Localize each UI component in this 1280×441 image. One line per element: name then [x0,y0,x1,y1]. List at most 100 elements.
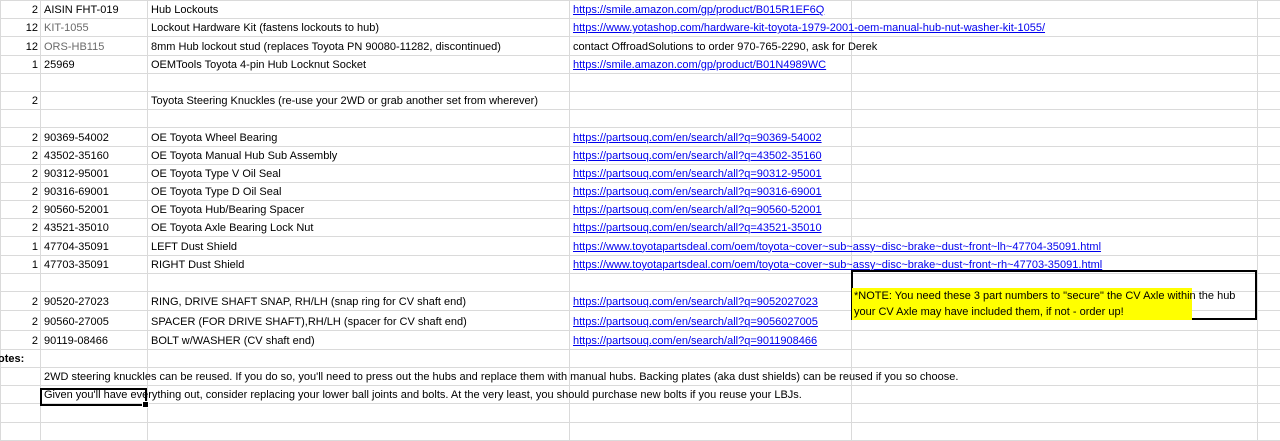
part-number-cell[interactable]: 90119-08466 [40,329,148,350]
empty-cell[interactable] [851,181,1258,202]
part-number-cell[interactable]: 90560-52001 [40,200,148,220]
description-cell[interactable]: SPACER (FOR DRIVE SHAFT),RH/LH (spacer f… [147,310,570,331]
description-cell[interactable] [147,72,570,92]
empty-cell[interactable] [569,348,852,368]
qty-cell[interactable]: 2 [0,163,41,183]
link-cell[interactable]: https://partsouq.com/en/search/all?q=903… [569,181,852,202]
empty-cell[interactable] [1257,54,1280,74]
empty-cell[interactable] [1257,0,1280,20]
empty-cell[interactable] [0,366,41,387]
contact-cell[interactable]: contact OffroadSolutions to order 970-76… [569,36,877,56]
qty-cell[interactable]: 2 [0,329,41,350]
empty-cell[interactable] [1257,200,1280,220]
qty-cell[interactable] [0,109,41,129]
empty-cell[interactable] [1257,72,1280,92]
link-cell[interactable]: https://partsouq.com/en/search/all?q=901… [569,329,852,350]
empty-cell[interactable] [1257,421,1280,441]
description-cell[interactable]: RIGHT Dust Shield [147,254,570,274]
link-cell[interactable]: https://partsouq.com/en/search/all?q=903… [569,127,852,147]
empty-cell[interactable] [40,348,148,368]
empty-cell[interactable] [1257,127,1280,147]
part-number-cell[interactable]: 90520-27023 [40,290,148,312]
qty-cell[interactable]: 2 [0,200,41,220]
empty-cell[interactable] [1257,348,1280,368]
empty-cell[interactable] [851,54,1258,74]
empty-cell[interactable] [851,218,1258,238]
empty-cell[interactable] [851,403,1258,423]
empty-cell[interactable] [851,163,1258,183]
qty-cell[interactable]: 2 [0,181,41,202]
empty-cell[interactable] [1257,236,1280,256]
part-number-cell[interactable] [40,272,148,293]
empty-cell[interactable] [1257,366,1280,387]
empty-cell[interactable] [0,385,41,405]
cv-axle-note[interactable]: *NOTE: You need these 3 part numbers to … [852,288,1235,320]
qty-cell[interactable]: 12 [0,36,41,56]
description-cell[interactable]: LEFT Dust Shield [147,236,570,256]
part-number-cell[interactable]: 47704-35091 [40,236,148,256]
part-number-cell[interactable]: 90369-54002 [40,127,148,147]
empty-cell[interactable] [569,403,852,423]
link-cell[interactable] [569,90,852,111]
qty-cell[interactable]: 2 [0,0,41,20]
qty-cell[interactable] [0,272,41,293]
empty-cell[interactable] [0,421,41,441]
description-cell[interactable]: OE Toyota Manual Hub Sub Assembly [147,145,570,165]
empty-cell[interactable] [851,109,1258,129]
qty-cell[interactable]: 2 [0,90,41,111]
selected-cell[interactable] [40,388,149,408]
empty-cell[interactable] [1257,290,1280,312]
description-cell[interactable]: Toyota Steering Knuckles (re-use your 2W… [147,90,570,111]
qty-cell[interactable] [0,72,41,92]
empty-cell[interactable] [851,127,1258,147]
description-cell[interactable]: Hub Lockouts [147,0,570,20]
notes-label-cell[interactable]: otes: [0,348,41,368]
link-cell[interactable]: https://partsouq.com/en/search/all?q=435… [569,145,852,165]
link-cell[interactable]: https://www.yotashop.com/hardware-kit-to… [569,18,1045,38]
note-text-cell[interactable]: 2WD steering knuckles can be reused. If … [40,366,958,387]
empty-cell[interactable] [147,421,570,441]
part-number-cell[interactable]: AISIN FHT-019 [40,0,148,20]
empty-cell[interactable] [851,200,1258,220]
link-cell[interactable]: https://partsouq.com/en/search/all?q=435… [569,218,852,238]
link-cell[interactable]: https://partsouq.com/en/search/all?q=905… [569,200,852,220]
empty-cell[interactable] [851,36,1258,56]
empty-cell[interactable] [851,385,1258,405]
qty-cell[interactable]: 2 [0,290,41,312]
part-number-cell[interactable]: 90560-27005 [40,310,148,331]
empty-cell[interactable] [40,421,148,441]
qty-cell[interactable]: 2 [0,218,41,238]
qty-cell[interactable]: 2 [0,145,41,165]
description-cell[interactable]: OE Toyota Wheel Bearing [147,127,570,147]
part-number-cell[interactable]: 43502-35160 [40,145,148,165]
link-cell[interactable]: https://partsouq.com/en/search/all?q=903… [569,163,852,183]
empty-cell[interactable] [147,403,570,423]
empty-cell[interactable] [1257,163,1280,183]
link-cell[interactable]: https://smile.amazon.com/gp/product/B01N… [569,54,852,74]
fill-handle[interactable] [142,401,149,408]
cell-grid[interactable]: 2 AISIN FHT-019 Hub Lockouts https://smile.… [0,0,1280,441]
empty-cell[interactable] [40,403,148,423]
empty-cell[interactable] [1257,218,1280,238]
empty-cell[interactable] [851,90,1258,111]
link-cell[interactable] [569,109,852,129]
empty-cell[interactable] [1257,36,1280,56]
description-cell[interactable]: Lockout Hardware Kit (fastens lockouts t… [147,18,570,38]
empty-cell[interactable] [851,329,1258,350]
qty-cell[interactable]: 12 [0,18,41,38]
empty-cell[interactable] [1257,18,1280,38]
qty-cell[interactable]: 1 [0,236,41,256]
empty-cell[interactable] [569,421,852,441]
empty-cell[interactable] [851,421,1258,441]
description-cell[interactable]: RING, DRIVE SHAFT SNAP, RH/LH (snap ring… [147,290,570,312]
description-cell[interactable]: BOLT w/WASHER (CV shaft end) [147,329,570,350]
empty-cell[interactable] [1257,403,1280,423]
link-cell[interactable]: https://www.toyotapartsdeal.com/oem/toyo… [569,236,1101,256]
description-cell[interactable]: OE Toyota Axle Bearing Lock Nut [147,218,570,238]
link-cell[interactable] [569,72,852,92]
link-cell[interactable] [569,272,852,293]
empty-cell[interactable] [1257,181,1280,202]
part-number-cell[interactable] [40,72,148,92]
empty-cell[interactable] [851,0,1258,20]
empty-cell[interactable] [1257,329,1280,350]
